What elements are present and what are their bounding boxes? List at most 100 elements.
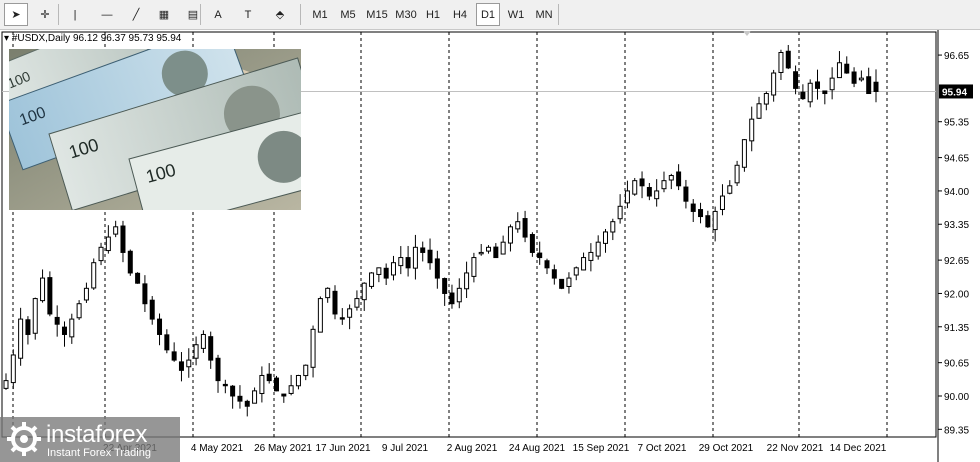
chart-toolbar: ➤ ✛ | — ╱ ▦ ▤ A T ⬘ M1 M5 M15 M30 H1 H4 D1 W1 MN — [0, 0, 980, 30]
timeframe-button-h4[interactable]: H4 — [448, 3, 472, 26]
candle-body — [18, 318, 24, 359]
candle-body — [288, 385, 294, 394]
candle-body — [252, 390, 258, 404]
candle-body — [551, 269, 557, 279]
fibonacci-tool-icon[interactable]: ▦ — [152, 3, 176, 26]
x-tick-label: 2 Aug 2021 — [447, 443, 498, 454]
timeframe-button-m15[interactable]: M15 — [363, 3, 391, 26]
candle-body — [120, 225, 126, 253]
candle-body — [785, 50, 791, 69]
candle-body — [749, 118, 755, 142]
candle-body — [376, 267, 382, 275]
symbol-info-label: ▾ #USDX,Daily 96.12 96.37 95.73 95.94 — [4, 33, 181, 44]
candle-body — [361, 282, 367, 301]
candle-body — [149, 299, 155, 320]
candle-body — [602, 231, 608, 244]
toolbar-separator — [558, 4, 559, 25]
timeframe-button-m5[interactable]: M5 — [335, 3, 361, 26]
candle-body — [690, 203, 696, 212]
candle-body — [507, 226, 513, 244]
candle-body — [32, 298, 38, 334]
y-tick-label: 92.00 — [944, 289, 969, 300]
candle-body — [719, 195, 725, 210]
candle-body — [25, 319, 31, 335]
x-tick-label: 22 Nov 2021 — [767, 443, 824, 454]
candle-body — [486, 246, 492, 252]
candle-body — [632, 180, 638, 195]
candle-body — [164, 334, 170, 351]
candle-body — [434, 258, 440, 279]
text-tool-icon[interactable]: A — [208, 3, 228, 26]
candle-body — [383, 267, 389, 279]
crosshair-tool-icon[interactable]: ✛ — [33, 3, 57, 26]
candle-body — [412, 246, 418, 269]
candle-body — [259, 374, 265, 395]
timeframe-button-m1[interactable]: M1 — [307, 3, 333, 26]
x-tick-label: 14 Dec 2021 — [830, 443, 887, 454]
candle-body — [281, 393, 287, 397]
timeframe-button-d1[interactable]: D1 — [476, 3, 500, 26]
candle-body — [807, 82, 813, 103]
candle-body — [237, 395, 243, 402]
channel-tool-icon[interactable]: ▤ — [181, 3, 205, 26]
candle-body — [639, 178, 645, 187]
vertical-line-tool-icon[interactable]: | — [63, 3, 87, 26]
candle-body — [734, 164, 740, 184]
trendline-tool-icon[interactable]: ╱ — [124, 3, 148, 26]
candle-body — [610, 221, 616, 233]
candle-body — [858, 77, 864, 81]
candle-body — [208, 336, 214, 361]
brand-name: instaforex — [46, 421, 148, 448]
candle-body — [427, 249, 433, 264]
candle-body — [142, 283, 148, 305]
y-tick-label: 90.65 — [944, 359, 969, 370]
candle-body — [310, 328, 316, 368]
candle-body — [873, 81, 879, 92]
candle-body — [617, 205, 623, 220]
timeframe-button-h1[interactable]: H1 — [421, 3, 445, 26]
text-label-tool-icon[interactable]: T — [236, 3, 260, 26]
candle-body — [40, 277, 46, 302]
candle-body — [54, 316, 60, 325]
candle-body — [69, 318, 75, 338]
candle-body — [515, 221, 521, 230]
cursor-tool-icon[interactable]: ➤ — [4, 3, 28, 26]
candle-body — [822, 90, 828, 95]
current-price-label: 95.94 — [942, 87, 967, 98]
candle-body — [244, 400, 250, 407]
x-tick-label: 17 Jun 2021 — [315, 443, 370, 454]
candle-body — [522, 218, 528, 238]
candle-body — [76, 303, 82, 319]
candle-body — [573, 267, 579, 276]
candle-body — [325, 287, 331, 299]
candle-body — [98, 246, 104, 262]
candle-body — [295, 374, 301, 387]
candle-body — [661, 180, 667, 190]
candle-body — [274, 377, 280, 392]
symbol-ohlc-text: #USDX,Daily 96.12 96.37 95.73 95.94 — [11, 33, 182, 44]
candle-body — [464, 272, 470, 290]
x-tick-label: 4 May 2021 — [191, 443, 244, 454]
y-tick-label: 90.00 — [944, 392, 969, 403]
candle-body — [698, 209, 704, 218]
timeframe-button-m30[interactable]: M30 — [393, 3, 419, 26]
shapes-dropdown-icon[interactable]: ⬘ — [264, 3, 296, 26]
timeframe-button-w1[interactable]: W1 — [503, 3, 529, 26]
candle-body — [478, 251, 484, 255]
candle-body — [398, 257, 404, 267]
candle-body — [303, 364, 309, 377]
candle-body — [178, 361, 184, 371]
candle-body — [836, 62, 842, 79]
candle-body — [800, 91, 806, 100]
toolbar-separator — [300, 4, 301, 25]
y-tick-label: 89.35 — [944, 425, 969, 436]
candle-body — [727, 185, 733, 194]
timeframe-button-mn[interactable]: MN — [532, 3, 556, 26]
candle-body — [3, 380, 9, 389]
candle-body — [317, 298, 323, 333]
x-tick-label: 15 Sep 2021 — [573, 443, 630, 454]
horizontal-line-tool-icon[interactable]: — — [95, 3, 119, 26]
candle-body — [595, 241, 601, 257]
collapse-triangle-icon[interactable]: ▾ — [4, 33, 9, 44]
toolbar-separator — [200, 4, 201, 25]
